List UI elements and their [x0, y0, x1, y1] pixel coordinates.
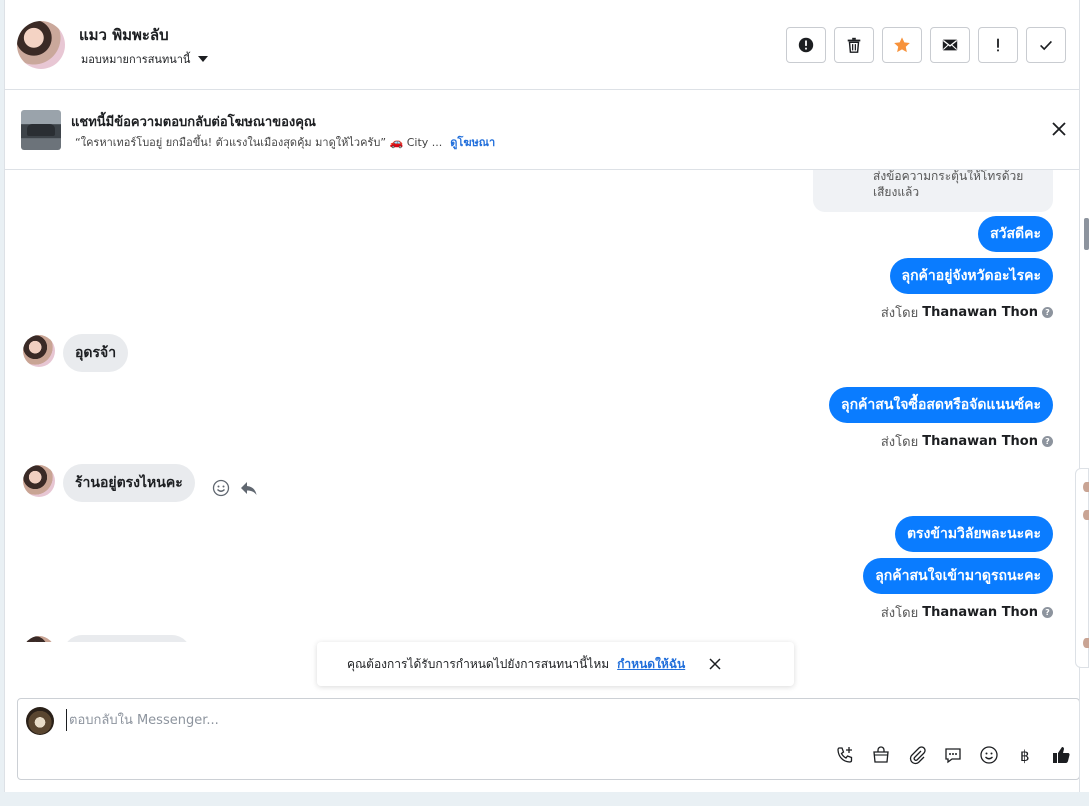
- done-button[interactable]: [1026, 27, 1066, 63]
- assign-to-me-link[interactable]: กำหนดให้ฉัน: [617, 655, 685, 674]
- edge-avatar: [1083, 638, 1089, 648]
- assign-conversation-dropdown[interactable]: มอบหมายการสนทนานี้: [81, 50, 209, 68]
- checkmark-icon: [1040, 40, 1052, 51]
- message-out[interactable]: ลุกค้าสนใจเข้ามาดูรถนะคะ: [863, 558, 1053, 594]
- system-message: ส่งข้อความกระตุ้นให้โทรด้วยเสียงแล้ว: [813, 170, 1053, 212]
- trash-icon: [847, 37, 861, 53]
- message-in[interactable]: ร้านอยู่ตรงไหนคะ: [63, 464, 195, 502]
- svg-text:฿: ฿: [1020, 747, 1030, 765]
- star-icon: [894, 37, 910, 53]
- ad-thumbnail[interactable]: [21, 110, 61, 150]
- sent-by-label: ส่งโดย Thanawan Thon ?: [881, 302, 1053, 323]
- sender-name: Thanawan Thon: [922, 434, 1038, 449]
- sent-by-label: ส่งโดย Thanawan Thon ?: [881, 431, 1053, 452]
- envelope-icon: [942, 39, 958, 51]
- close-icon: [1052, 122, 1066, 136]
- help-icon[interactable]: ?: [1042, 436, 1053, 447]
- caret-down-icon: [198, 56, 209, 62]
- delete-button[interactable]: [834, 27, 874, 63]
- contact-avatar-small: [23, 465, 55, 497]
- assign-label: มอบหมายการสนทนานี้: [81, 53, 191, 66]
- right-sidebar-edge: [1079, 0, 1089, 792]
- message-out[interactable]: ลุกค้าสนใจซื้อสดหรือจัดแนนซ์คะ: [829, 387, 1053, 423]
- paperclip-icon[interactable]: [907, 745, 927, 765]
- reply-toolbar: ฿: [835, 745, 1071, 765]
- sent-by-prefix: ส่งโดย: [880, 435, 919, 450]
- conversation-panel: แมว พิมพะลับ มอบหมายการสนทนานี้ แชทนี้มี…: [4, 0, 1080, 792]
- contact-avatar[interactable]: [17, 21, 65, 69]
- exclamation-circle-icon: [798, 37, 814, 53]
- ad-banner-description-row: “ใครหาเทอร์โบอยู่ ยกมือขึ้น! ตัวแรงในเมื…: [75, 133, 495, 151]
- message-in[interactable]: อุดรจ้า: [63, 334, 129, 372]
- assign-prompt-text: คุณต้องการได้รับการกำหนดไปยังการสนทนานี้…: [347, 656, 610, 671]
- page-avatar: [26, 707, 54, 735]
- scrollbar-thumb[interactable]: [1084, 218, 1089, 250]
- contact-avatar-small: [23, 335, 55, 367]
- close-icon: [709, 658, 721, 670]
- close-banner-button[interactable]: [1048, 118, 1070, 140]
- reply-input[interactable]: [66, 709, 766, 731]
- emoji-icon[interactable]: [979, 745, 999, 765]
- help-icon[interactable]: ?: [1042, 307, 1053, 318]
- reply-composer: ฿: [17, 698, 1080, 780]
- baht-icon[interactable]: ฿: [1015, 745, 1035, 765]
- help-icon[interactable]: ?: [1042, 607, 1053, 618]
- follow-up-button[interactable]: [978, 27, 1018, 63]
- message-out[interactable]: ตรงข้ามวิลัยพละนะคะ: [894, 516, 1053, 552]
- reply-icon[interactable]: [239, 478, 259, 498]
- close-toast-button[interactable]: [707, 656, 723, 672]
- exclamation-icon: [997, 38, 999, 52]
- sender-name: Thanawan Thon: [922, 305, 1038, 320]
- message-in[interactable]: [63, 635, 191, 642]
- message-thread[interactable]: ส่งข้อความกระตุ้นให้โทรด้วยเสียงแล้ว สวั…: [5, 170, 1080, 642]
- ad-reply-banner: แชทนี้มีข้อความตอบกลับต่อโฆษณาของคุณ “ใค…: [5, 90, 1080, 170]
- message-out[interactable]: สวัสดีคะ: [978, 216, 1053, 252]
- contact-name[interactable]: แมว พิมพะลับ: [79, 23, 169, 47]
- saved-reply-icon[interactable]: [943, 745, 963, 765]
- view-ad-link[interactable]: ดูโฆษณา: [450, 133, 495, 151]
- message-out[interactable]: ลุกค้าอยู่จังหวัดอะไรคะ: [889, 258, 1053, 294]
- sent-by-label: ส่งโดย Thanawan Thon ?: [881, 602, 1053, 623]
- contact-avatar-small: [23, 636, 55, 642]
- assign-prompt-toast: คุณต้องการได้รับการกำหนดไปยังการสนทนานี้…: [317, 642, 794, 686]
- thumbs-up-icon[interactable]: [1051, 745, 1071, 765]
- edge-avatar: [1083, 510, 1089, 520]
- report-spam-button[interactable]: [786, 27, 826, 63]
- star-button[interactable]: [882, 27, 922, 63]
- phone-plus-icon[interactable]: [835, 745, 855, 765]
- react-emoji-icon[interactable]: [211, 478, 231, 498]
- mark-unread-button[interactable]: [930, 27, 970, 63]
- sent-by-prefix: ส่งโดย: [880, 306, 919, 321]
- conversation-header: แมว พิมพะลับ มอบหมายการสนทนานี้: [5, 0, 1080, 90]
- ad-description: “ใครหาเทอร์โบอยู่ ยกมือขึ้น! ตัวแรงในเมื…: [75, 136, 443, 149]
- message-actions: [211, 478, 259, 498]
- sender-name: Thanawan Thon: [922, 605, 1038, 620]
- ad-banner-title: แชทนี้มีข้อความตอบกลับต่อโฆษณาของคุณ: [71, 115, 316, 130]
- shopping-bag-icon[interactable]: [871, 745, 891, 765]
- sent-by-prefix: ส่งโดย: [880, 606, 919, 621]
- edge-avatar: [1083, 482, 1089, 492]
